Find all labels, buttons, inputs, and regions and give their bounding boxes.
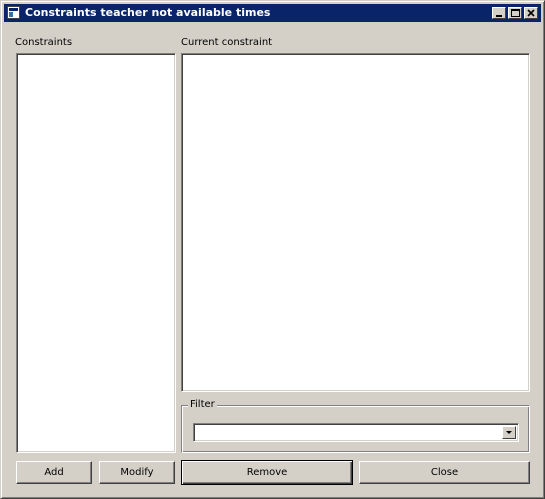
close-button[interactable]: Close bbox=[359, 461, 530, 484]
title-bar[interactable]: Constraints teacher not available times bbox=[4, 4, 541, 22]
dialog-window: Constraints teacher not available times … bbox=[0, 0, 545, 499]
filter-label: Filter bbox=[188, 399, 217, 411]
current-constraint-label: Current constraint bbox=[181, 37, 273, 48]
constraints-list[interactable] bbox=[16, 53, 176, 453]
app-icon bbox=[7, 6, 20, 19]
filter-combobox[interactable] bbox=[193, 423, 519, 442]
maximize-icon bbox=[511, 9, 520, 17]
current-constraint-text[interactable] bbox=[181, 53, 530, 392]
close-icon bbox=[527, 9, 535, 17]
chevron-down-icon bbox=[506, 431, 512, 434]
dropdown-button[interactable] bbox=[502, 426, 516, 439]
remove-button[interactable]: Remove bbox=[181, 460, 353, 485]
close-window-button[interactable] bbox=[524, 7, 538, 19]
modify-button[interactable]: Modify bbox=[99, 461, 175, 484]
constraints-label: Constraints bbox=[15, 37, 73, 48]
minimize-button[interactable] bbox=[492, 7, 506, 19]
minimize-icon bbox=[496, 15, 502, 17]
add-button[interactable]: Add bbox=[16, 461, 92, 484]
maximize-button[interactable] bbox=[508, 7, 522, 19]
window-title: Constraints teacher not available times bbox=[25, 6, 271, 19]
